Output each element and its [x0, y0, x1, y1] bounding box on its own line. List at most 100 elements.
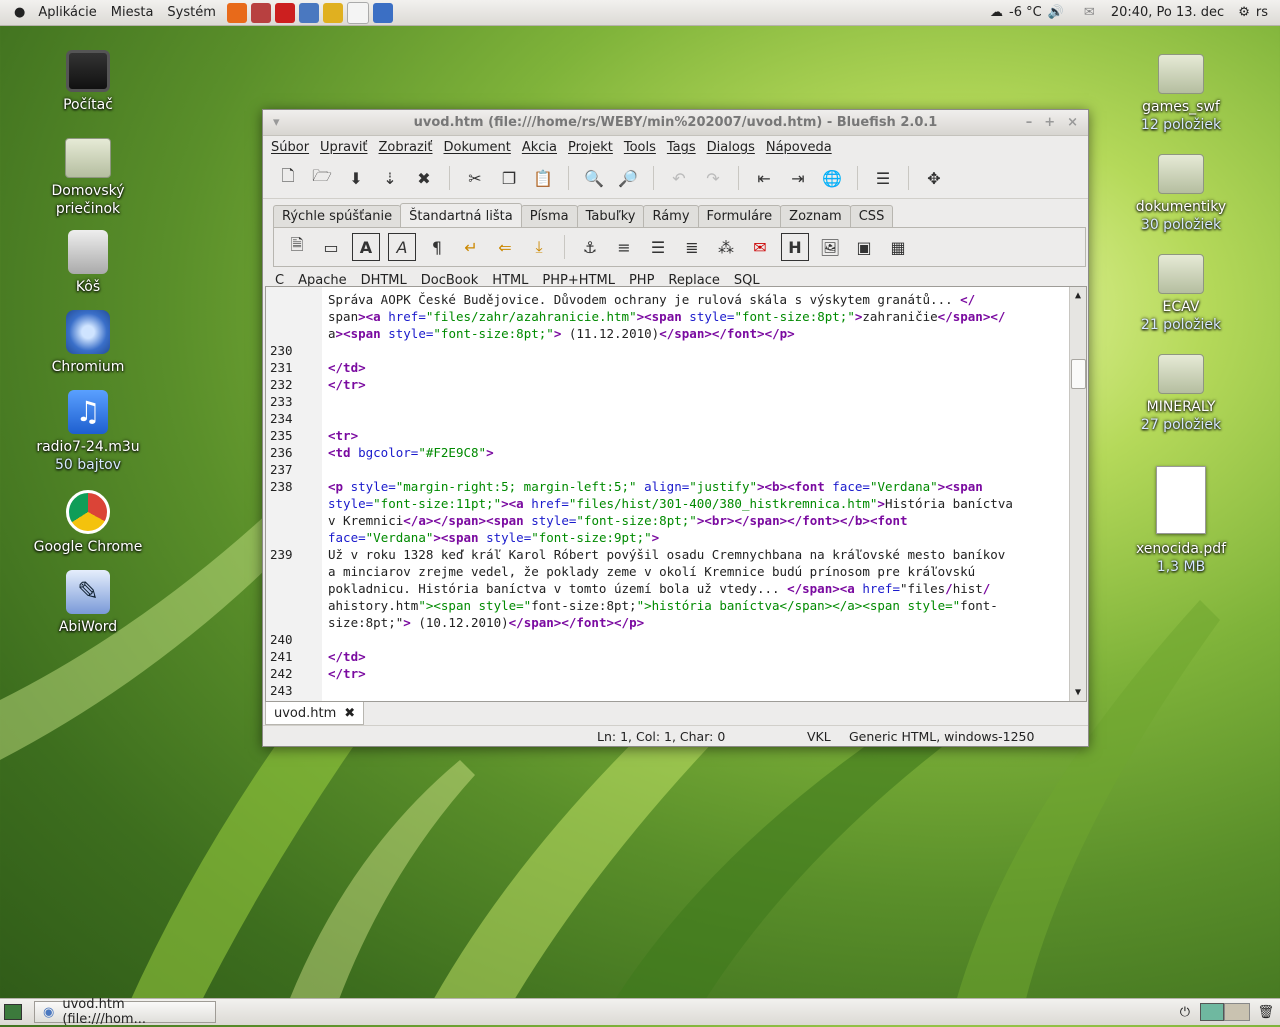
- menu-dialogs[interactable]: Dialogs: [703, 140, 762, 155]
- tab-fonts[interactable]: Písma: [520, 205, 578, 227]
- mail-icon[interactable]: ✉: [1084, 5, 1095, 20]
- unindent-icon[interactable]: ⇤: [751, 165, 777, 191]
- indent-icon[interactable]: ⇥: [785, 165, 811, 191]
- email-icon[interactable]: ✉: [747, 234, 773, 260]
- menu-subor[interactable]: Súbor: [267, 140, 316, 155]
- undo-icon[interactable]: ↶: [666, 165, 692, 191]
- menu-tags[interactable]: Tags: [663, 140, 703, 155]
- anchor-icon[interactable]: ⚓: [577, 234, 603, 260]
- break-clear-icon[interactable]: ⇐: [492, 234, 518, 260]
- user-name[interactable]: rs: [1256, 5, 1268, 20]
- close-file-icon[interactable]: ✖: [411, 165, 437, 191]
- menu-upravit[interactable]: Upraviť: [316, 140, 374, 155]
- window-titlebar[interactable]: ▾ uvod.htm (file:///home/rs/WEBY/min%202…: [263, 110, 1088, 136]
- tab-forms[interactable]: Formuláre: [697, 205, 782, 227]
- menu-applications[interactable]: Aplikácie: [31, 5, 103, 20]
- nbsp-icon[interactable]: ⤓: [526, 234, 552, 260]
- tab-standard-bar[interactable]: Štandartná lišta: [400, 203, 522, 227]
- close-icon[interactable]: ×: [1067, 115, 1078, 130]
- menu-akcia[interactable]: Akcia: [518, 140, 564, 155]
- open-file-icon[interactable]: 🗁: [309, 165, 335, 191]
- thumbnail-icon[interactable]: ▣: [851, 234, 877, 260]
- scroll-up-arrow[interactable]: ▲: [1070, 287, 1086, 301]
- center-icon[interactable]: ☰: [645, 234, 671, 260]
- document-tab[interactable]: uvod.htm ✖: [265, 702, 365, 725]
- menu-dokument[interactable]: Dokument: [440, 140, 518, 155]
- paste-icon[interactable]: 📋: [530, 165, 556, 191]
- desktop-icon-abiword[interactable]: ✎ AbiWord: [23, 570, 153, 636]
- maximize-icon[interactable]: +: [1044, 115, 1055, 130]
- desktop-icon-chromium[interactable]: Chromium: [23, 310, 153, 376]
- text-editor-icon[interactable]: [346, 1, 369, 24]
- save-as-icon[interactable]: ⇣: [377, 165, 403, 191]
- menu-zobrazit[interactable]: Zobraziť: [375, 140, 440, 155]
- desktop-icon-chrome[interactable]: Google Chrome: [23, 490, 153, 556]
- scroll-thumb[interactable]: [1071, 359, 1086, 389]
- system-logo-icon[interactable]: ●: [14, 5, 25, 20]
- save-icon[interactable]: ⬇: [343, 165, 369, 191]
- tab-frames[interactable]: Rámy: [643, 205, 699, 227]
- tab-quick-start[interactable]: Rýchle spúšťanie: [273, 205, 402, 227]
- menu-tools[interactable]: Tools: [620, 140, 663, 155]
- multi-thumbnail-icon[interactable]: ▦: [885, 234, 911, 260]
- show-desktop-icon[interactable]: [4, 1004, 22, 1020]
- paragraph-icon[interactable]: ¶: [424, 234, 450, 260]
- desktop-icon-dokumentiky[interactable]: dokumentiky 30 položiek: [1116, 146, 1246, 234]
- code-editor[interactable]: Správa AOPK České Budějovice. Důvodem oc…: [265, 286, 1087, 702]
- image-icon[interactable]: [250, 2, 271, 23]
- rule-icon[interactable]: ≡: [611, 234, 637, 260]
- fullscreen-icon[interactable]: ✥: [921, 165, 947, 191]
- heading-icon[interactable]: H: [781, 233, 809, 261]
- filezilla-icon[interactable]: [274, 2, 295, 23]
- new-file-icon[interactable]: 🗋: [275, 165, 301, 191]
- chromium-small-icon[interactable]: [372, 2, 393, 23]
- preview-browser-icon[interactable]: 🌐: [819, 165, 845, 191]
- user-icon[interactable]: ⚙: [1238, 5, 1250, 20]
- desktop-icon-xenocida[interactable]: xenocida.pdf 1,3 MB: [1116, 466, 1246, 576]
- workspace-2[interactable]: [1224, 1003, 1250, 1021]
- insert-image-icon[interactable]: 🖼: [817, 234, 843, 260]
- tab-css[interactable]: CSS: [849, 205, 894, 227]
- workspace-1[interactable]: [1200, 1003, 1224, 1021]
- desktop-icon-computer[interactable]: Počítač: [23, 50, 153, 114]
- minimize-icon[interactable]: –: [1026, 115, 1033, 130]
- quickstart-icon[interactable]: 🗎: [284, 234, 310, 260]
- close-tab-icon[interactable]: ✖: [344, 706, 355, 721]
- desktop-icon-radio[interactable]: ♫ radio7-24.m3u 50 bajtov: [23, 390, 153, 474]
- find-replace-icon[interactable]: 🔎: [615, 165, 641, 191]
- find-icon[interactable]: 🔍: [581, 165, 607, 191]
- body-icon[interactable]: ▭: [318, 234, 344, 260]
- desktop-icon-trash[interactable]: Kôš: [23, 230, 153, 296]
- clock[interactable]: 20:40, Po 13. dec: [1111, 5, 1224, 20]
- menu-places[interactable]: Miesta: [104, 5, 161, 20]
- menu-projekt[interactable]: Projekt: [564, 140, 620, 155]
- copy-icon[interactable]: ❐: [496, 165, 522, 191]
- weather-icon[interactable]: ☁: [990, 5, 1003, 20]
- editor-scrollbar[interactable]: ▲ ▼: [1069, 287, 1086, 701]
- break-icon[interactable]: ↵: [458, 234, 484, 260]
- network-icon[interactable]: [298, 2, 319, 23]
- menu-system[interactable]: Systém: [160, 5, 222, 20]
- window-menu-icon[interactable]: ▾: [273, 115, 280, 130]
- cut-icon[interactable]: ✂: [462, 165, 488, 191]
- desktop-icon-ecav[interactable]: ECAV 21 položiek: [1116, 246, 1246, 334]
- desktop-icon-games-swf[interactable]: games_swf 12 položiek: [1116, 46, 1246, 134]
- comment-icon[interactable]: ⁂: [713, 234, 739, 260]
- scroll-down-arrow[interactable]: ▼: [1070, 684, 1086, 701]
- redo-icon[interactable]: ↷: [700, 165, 726, 191]
- preferences-icon[interactable]: ☰: [870, 165, 896, 191]
- power-icon[interactable]: ⏻: [1180, 1005, 1190, 1020]
- menu-napoveda[interactable]: Nápoveda: [762, 140, 839, 155]
- tab-list[interactable]: Zoznam: [780, 205, 851, 227]
- weather-temp[interactable]: -6 °C: [1009, 5, 1042, 20]
- taskbar-button-bluefish[interactable]: ◉ uvod.htm (file:///hom...: [34, 997, 216, 1027]
- firefox-icon[interactable]: [226, 2, 247, 23]
- align-right-icon[interactable]: ≣: [679, 234, 705, 260]
- volume-icon[interactable]: 🔊: [1048, 5, 1064, 20]
- desktop-icon-home[interactable]: Domovský priečinok: [23, 130, 153, 218]
- trash-applet-icon[interactable]: 🗑: [1257, 1005, 1274, 1020]
- tab-tables[interactable]: Tabuľky: [576, 205, 645, 227]
- bold-icon[interactable]: A: [352, 233, 380, 261]
- bluefish-icon[interactable]: [322, 2, 343, 23]
- desktop-icon-mineraly[interactable]: MINERALY 27 položiek: [1116, 346, 1246, 434]
